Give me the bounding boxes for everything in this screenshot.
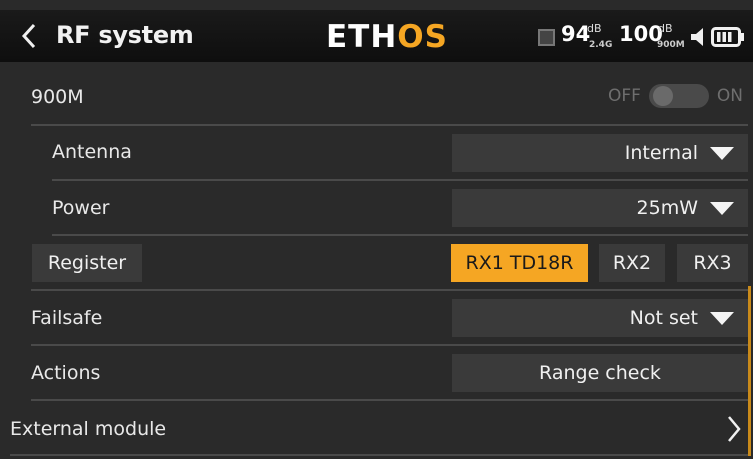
dropdown-arrow-icon — [710, 311, 734, 325]
divider — [31, 289, 748, 291]
power-label: Power — [52, 197, 110, 219]
receiver-status-icon — [538, 28, 555, 46]
chevron-left-icon — [21, 23, 36, 49]
failsafe-label: Failsafe — [31, 307, 103, 329]
actions-label: Actions — [31, 362, 101, 384]
receiver-slot-1-button[interactable]: RX1 TD18R — [451, 244, 588, 282]
range-check-button[interactable]: Range check — [452, 354, 748, 392]
antenna-label: Antenna — [52, 141, 132, 163]
toggle-off-label: OFF — [607, 86, 641, 106]
register-button[interactable]: Register — [32, 244, 142, 282]
rf-system-screen: RF system ETHOS 94 dB 2.4G 100 dB 900M 9… — [0, 0, 753, 459]
toggle-on-label: ON — [716, 86, 743, 106]
toggle-switch[interactable] — [648, 84, 709, 108]
receiver-slot-3-button[interactable]: RX3 — [677, 244, 748, 282]
speaker-icon — [691, 28, 703, 46]
divider — [31, 399, 748, 401]
back-button[interactable] — [14, 20, 44, 52]
power-select[interactable]: 25mW — [452, 189, 748, 227]
dropdown-arrow-icon — [710, 201, 734, 215]
page-title: RF system — [56, 21, 194, 49]
antenna-value: Internal — [624, 142, 698, 164]
external-module-label: External module — [10, 418, 167, 440]
power-value: 25mW — [636, 197, 698, 219]
toggle-knob — [652, 86, 673, 106]
module-900m-label: 900M — [31, 86, 84, 108]
header-bar: RF system ETHOS 94 dB 2.4G 100 dB 900M — [0, 10, 753, 62]
divider — [10, 454, 748, 456]
divider — [31, 124, 748, 126]
rssi-24g: 94 dB 2.4G — [561, 22, 613, 50]
divider — [52, 179, 748, 181]
status-area: 94 dB 2.4G 100 dB 900M — [538, 20, 745, 54]
failsafe-select[interactable]: Not set — [452, 299, 748, 337]
external-module-open[interactable] — [724, 412, 748, 448]
divider — [52, 234, 748, 236]
failsafe-value: Not set — [629, 307, 698, 329]
antenna-select[interactable]: Internal — [452, 134, 748, 172]
dropdown-arrow-icon — [710, 146, 734, 160]
ethos-logo: ETHOS — [326, 19, 448, 55]
scrollbar[interactable] — [748, 286, 751, 456]
receiver-slot-2-button[interactable]: RX2 — [599, 244, 665, 282]
battery-icon — [711, 27, 744, 47]
rssi-900m: 100 dB 900M — [619, 22, 685, 50]
module-900m-toggle[interactable]: OFF ON — [608, 84, 743, 108]
divider — [31, 344, 748, 346]
chevron-right-icon — [728, 416, 741, 442]
